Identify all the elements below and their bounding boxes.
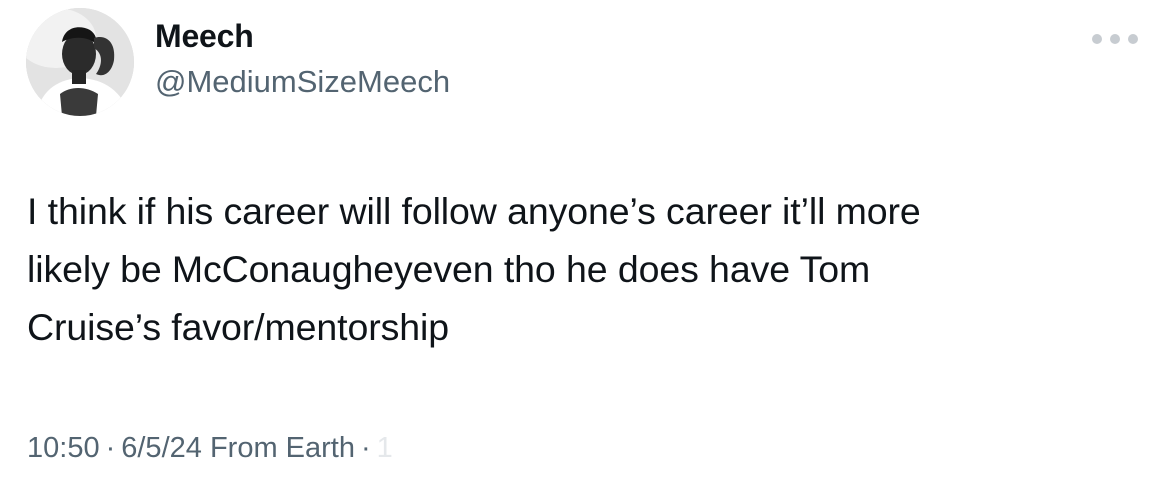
tweet-text: I think if his career will follow anyone… — [27, 182, 1137, 356]
tweet-time[interactable]: 10:50 — [27, 432, 100, 464]
tweet-views-faded: 1 — [376, 432, 393, 464]
profile-photo-icon — [26, 8, 134, 116]
tweet-card: Meech @MediumSizeMeech I think if his ca… — [0, 0, 1170, 483]
author-avatar[interactable] — [26, 8, 134, 116]
more-dot-icon — [1092, 34, 1102, 44]
author-name[interactable]: Meech — [155, 18, 254, 55]
tweet-date[interactable]: 6/5/24 — [121, 432, 202, 464]
tweet-text-line: likely be McConaugheyeven tho he does ha… — [27, 248, 871, 290]
meta-separator: · — [360, 432, 371, 464]
author-handle[interactable]: @MediumSizeMeech — [155, 64, 450, 100]
more-options-icon[interactable] — [1092, 28, 1138, 50]
meta-separator: · — [105, 432, 116, 464]
more-dot-icon — [1128, 34, 1138, 44]
tweet-text-line: Cruise’s favor/mentorship — [27, 306, 449, 348]
tweet-source: From Earth — [209, 432, 355, 464]
more-dot-icon — [1110, 34, 1120, 44]
tweet-meta: 10:50 · 6/5/24 From Earth · 1 — [27, 432, 393, 465]
tweet-text-line: I think if his career will follow anyone… — [27, 190, 921, 232]
